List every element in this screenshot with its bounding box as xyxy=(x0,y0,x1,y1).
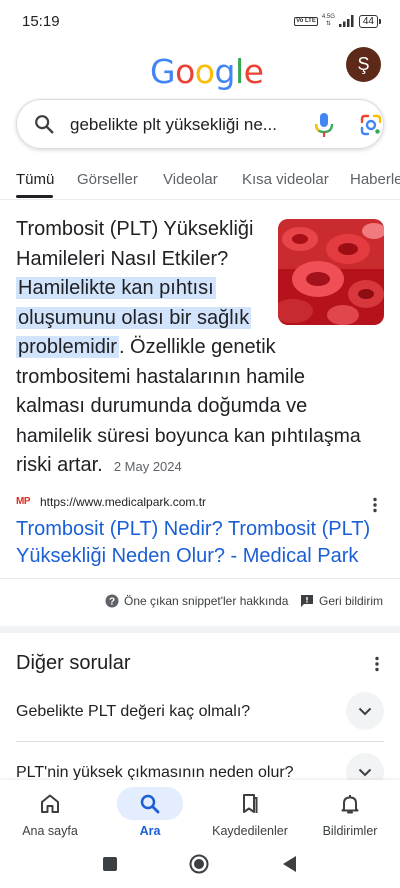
about-snippets-label: Öne çıkan snippet'ler hakkında xyxy=(124,594,289,608)
bottom-navigation: Ana sayfa Ara Kaydedilenler Bildirimler xyxy=(0,780,400,846)
snippet-feedback-row: ? Öne çıkan snippet'ler hakkında Geri bi… xyxy=(0,590,400,612)
help-icon: ? xyxy=(105,594,119,608)
search-icon xyxy=(140,794,160,814)
nav-home[interactable]: Ana sayfa xyxy=(0,780,100,846)
snippet-text-line: . Özellikle genetik xyxy=(118,336,276,358)
system-navigation-bar xyxy=(0,846,400,888)
data-arrows-icon: ⇅ xyxy=(325,21,331,27)
network-type: 4.5G xyxy=(321,14,335,20)
paa-heading: Diğer sorular xyxy=(16,652,131,674)
snippet-text-line: kalması durumunda doğumda ve xyxy=(16,395,308,417)
divider xyxy=(0,578,400,579)
mic-icon[interactable] xyxy=(313,112,335,138)
snippet-text-line: riski artar. xyxy=(16,454,103,476)
divider xyxy=(0,199,400,200)
snippet-text-line: hamilelik süresi boyunca kan pıhtılaşma xyxy=(16,424,361,447)
avatar[interactable]: Ş xyxy=(346,47,381,82)
paa-question-text: Gebelikte PLT değeri kaç olmalı? xyxy=(16,703,251,720)
home-button-icon[interactable] xyxy=(189,854,209,874)
feedback-icon xyxy=(301,595,313,607)
nav-label: Kaydedilenler xyxy=(212,824,288,838)
active-tab-indicator xyxy=(16,195,53,198)
volte-icon: Vo LTE xyxy=(294,16,318,26)
more-options-icon[interactable] xyxy=(374,656,380,672)
about-snippets-link[interactable]: ? Öne çıkan snippet'ler hakkında xyxy=(105,594,288,608)
more-options-icon[interactable] xyxy=(372,497,378,513)
paa-question[interactable]: Gebelikte PLT değeri kaç olmalı? xyxy=(16,692,384,759)
result-title-link[interactable]: Trombosit (PLT) Nedir? Trombosit (PLT) Y… xyxy=(16,516,384,570)
chevron-down-icon xyxy=(358,768,372,776)
bookmark-icon xyxy=(243,794,258,813)
feedback-label: Geri bildirim xyxy=(319,594,384,608)
search-input[interactable]: gebelikte plt yüksekliği ne... xyxy=(70,115,277,135)
bell-icon xyxy=(341,795,359,814)
site-favicon: MP xyxy=(16,496,31,507)
status-bar: 15:19 Vo LTE 4.5G ⇅ 44 xyxy=(0,0,400,42)
blood-cells-image xyxy=(278,219,384,325)
snippet-text: Trombosit (PLT) Yüksekliği Hamileleri Na… xyxy=(16,215,361,482)
signal-icon xyxy=(338,15,354,27)
nav-label: Bildirimler xyxy=(322,824,378,838)
lens-icon[interactable] xyxy=(359,113,383,137)
nav-label: Ara xyxy=(139,824,161,838)
home-icon xyxy=(41,794,59,813)
recents-icon[interactable] xyxy=(100,854,120,874)
search-box[interactable]: gebelikte plt yüksekliği ne... xyxy=(16,99,384,149)
nav-saved[interactable]: Kaydedilenler xyxy=(200,780,300,846)
snippet-date: 2 May 2024 xyxy=(113,459,182,474)
battery-icon: 44 xyxy=(358,14,382,28)
tab-videos[interactable]: Videolar xyxy=(163,171,218,188)
snippet-highlight: oluşumunu olası bir sağlık xyxy=(16,306,252,329)
snippet-highlight: problemidir xyxy=(16,336,119,358)
result-url[interactable]: https://www.medicalpark.com.tr xyxy=(40,495,206,509)
network-indicator: 4.5G ⇅ xyxy=(322,14,335,28)
status-time: 15:19 xyxy=(22,12,60,30)
back-icon[interactable] xyxy=(280,854,300,874)
search-tabs: Tümü Görseller Videolar Kısa videolar Ha… xyxy=(0,160,400,200)
tab-images[interactable]: Görseller xyxy=(77,171,138,188)
expand-button[interactable] xyxy=(346,692,384,730)
svg-text:?: ? xyxy=(109,597,115,608)
snippet-thumbnail[interactable] xyxy=(278,219,384,325)
snippet-intro-line: Hamileleri Nasıl Etkiler? xyxy=(16,247,229,270)
snippet-highlight: Hamilelikte kan pıhtısı xyxy=(16,277,216,299)
snippet-intro-line: Trombosit (PLT) Yüksekliği xyxy=(16,218,254,240)
tab-short-videos[interactable]: Kısa videolar xyxy=(242,171,329,188)
nav-label: Ana sayfa xyxy=(22,824,78,838)
nav-search[interactable]: Ara xyxy=(100,780,200,846)
google-logo[interactable]: Google xyxy=(150,52,264,91)
divider xyxy=(16,741,384,742)
tab-news[interactable]: Haberle xyxy=(350,171,400,188)
chevron-down-icon xyxy=(358,707,372,715)
snippet-text-line: trombositemi hastalarının hamile xyxy=(16,365,306,388)
header: Google Ş xyxy=(0,44,400,94)
featured-snippet: Trombosit (PLT) Yüksekliği Hamileleri Na… xyxy=(16,215,384,482)
search-icon xyxy=(35,115,54,134)
section-separator xyxy=(0,626,400,633)
nav-notifications[interactable]: Bildirimler xyxy=(300,780,400,846)
feedback-button[interactable]: Geri bildirim xyxy=(300,594,383,608)
status-icons: Vo LTE 4.5G ⇅ 44 xyxy=(294,14,382,28)
tab-all[interactable]: Tümü xyxy=(16,171,54,188)
